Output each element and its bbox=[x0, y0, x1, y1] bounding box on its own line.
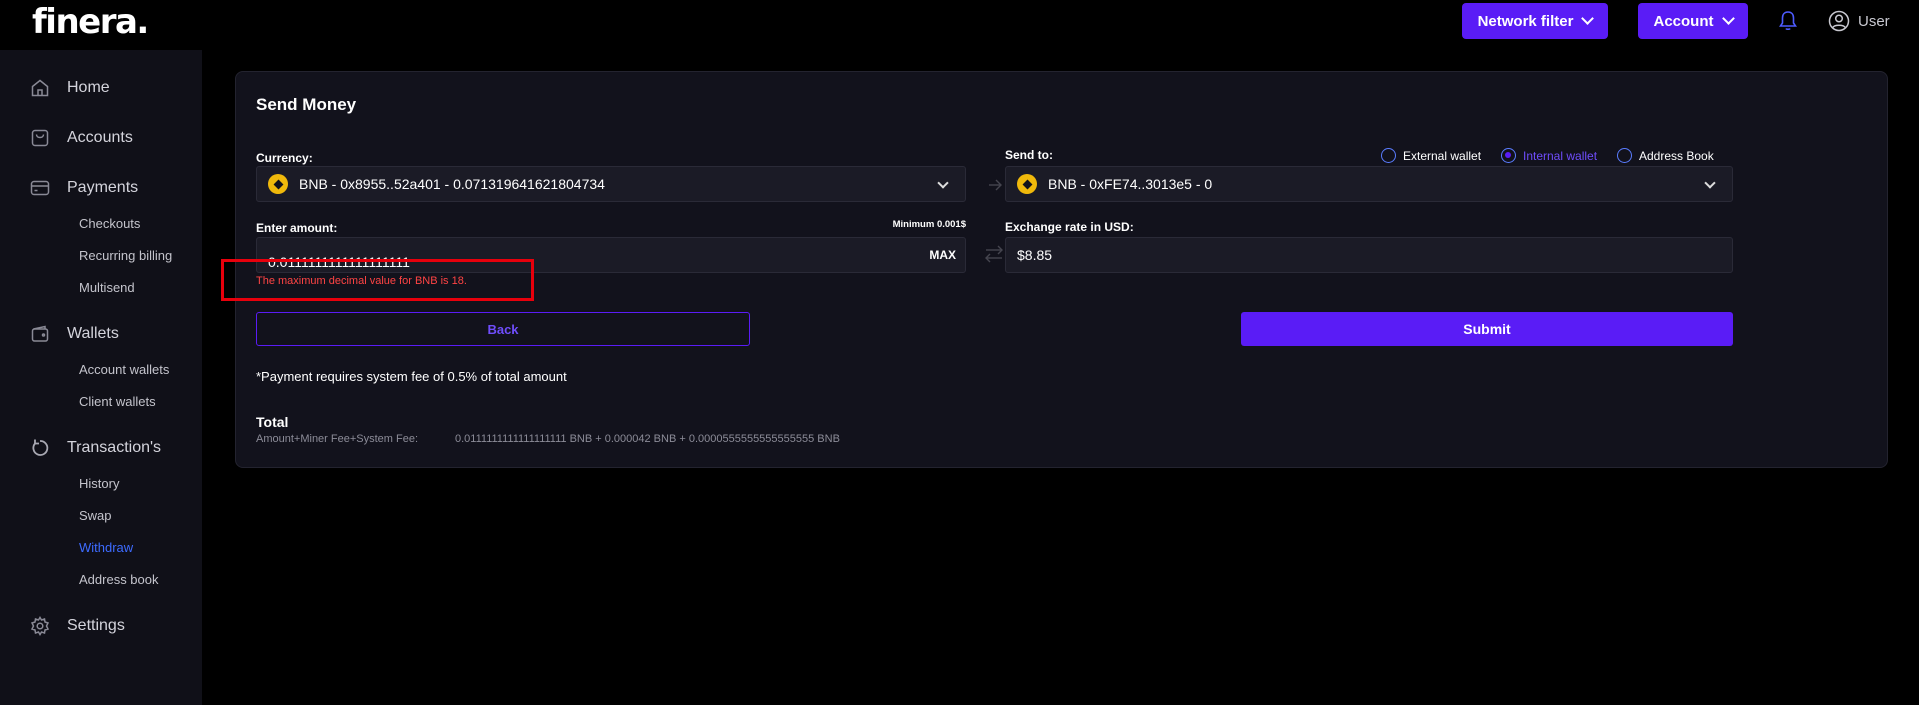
total-label: Amount+Miner Fee+System Fee: bbox=[256, 433, 419, 445]
sidebar-item-home[interactable]: Home bbox=[30, 78, 110, 98]
sidebar: Home Accounts Payments Checkouts Recurri… bbox=[0, 50, 202, 705]
sidebar-item-label: Home bbox=[67, 79, 110, 96]
currency-select[interactable]: BNB - 0x8955..52a401 - 0.071319641621804… bbox=[256, 166, 966, 202]
chevron-down-icon bbox=[1581, 12, 1595, 25]
top-bar: finera. Network filter Account User bbox=[0, 0, 1919, 50]
sidebar-item-checkouts[interactable]: Checkouts bbox=[79, 216, 140, 231]
user-label: User bbox=[1858, 12, 1890, 30]
chevron-down-icon bbox=[1704, 177, 1716, 189]
bnb-coin-icon bbox=[1017, 174, 1037, 194]
bnb-coin-icon bbox=[268, 174, 288, 194]
sidebar-item-accounts[interactable]: Accounts bbox=[30, 128, 133, 148]
radio-label: Address Book bbox=[1639, 148, 1714, 163]
radio-button[interactable] bbox=[1501, 148, 1516, 163]
error-highlight-box bbox=[221, 259, 534, 301]
sidebar-item-label: Transaction's bbox=[67, 439, 162, 456]
radio-label: External wallet bbox=[1403, 148, 1482, 163]
account-label: Account bbox=[1653, 12, 1714, 30]
total-title: Total bbox=[256, 414, 289, 430]
fee-note: *Payment requires system fee of 0.5% of … bbox=[256, 369, 567, 384]
sidebar-item-recurring-billing[interactable]: Recurring billing bbox=[79, 248, 172, 263]
sidebar-item-swap[interactable]: Swap bbox=[79, 508, 112, 523]
sidebar-item-label: Accounts bbox=[67, 129, 133, 146]
sidebar-item-settings[interactable]: Settings bbox=[30, 616, 125, 636]
network-filter-label: Network filter bbox=[1477, 12, 1574, 30]
shopping-bag-icon bbox=[31, 129, 49, 147]
sidebar-item-transactions[interactable]: Transaction's bbox=[30, 438, 161, 458]
network-filter-button[interactable]: Network filter bbox=[1462, 3, 1608, 39]
notifications-bell-icon[interactable] bbox=[1779, 10, 1797, 36]
sidebar-item-multisend[interactable]: Multisend bbox=[79, 280, 135, 295]
credit-card-icon bbox=[30, 180, 50, 196]
sidebar-item-history[interactable]: History bbox=[79, 476, 119, 491]
currency-select-value: BNB - 0x8955..52a401 - 0.071319641621804… bbox=[299, 176, 605, 192]
chevron-down-icon bbox=[937, 177, 949, 189]
radio-internal-wallet[interactable]: Internal wallet bbox=[1501, 148, 1597, 163]
sidebar-item-wallets[interactable]: Wallets bbox=[30, 324, 119, 344]
exchange-rate-label: Exchange rate in USD: bbox=[1005, 220, 1134, 234]
wallet-icon bbox=[31, 325, 49, 342]
total-value: 0.0111111111111111111 BNB + 0.000042 BNB… bbox=[455, 433, 840, 445]
account-button[interactable]: Account bbox=[1638, 3, 1748, 39]
sidebar-item-payments[interactable]: Payments bbox=[30, 178, 138, 198]
radio-label: Internal wallet bbox=[1523, 148, 1598, 163]
gear-icon bbox=[30, 616, 50, 636]
radio-button[interactable] bbox=[1381, 148, 1396, 163]
back-button[interactable]: Back bbox=[256, 312, 750, 346]
max-button[interactable]: MAX bbox=[929, 248, 956, 262]
sidebar-item-label: Settings bbox=[67, 617, 125, 634]
home-icon bbox=[31, 79, 49, 97]
history-refresh-icon bbox=[32, 439, 49, 456]
chevron-down-icon bbox=[1721, 12, 1735, 25]
send-to-label: Send to: bbox=[1005, 148, 1053, 162]
radio-button[interactable] bbox=[1617, 148, 1632, 163]
card-title: Send Money bbox=[256, 95, 357, 114]
exchange-rate-input[interactable]: $8.85 bbox=[1005, 237, 1733, 273]
send-to-select[interactable]: BNB - 0xFE74..3013e5 - 0 bbox=[1005, 166, 1733, 202]
currency-label: Currency: bbox=[256, 151, 313, 165]
sidebar-item-address-book[interactable]: Address book bbox=[79, 572, 159, 587]
sidebar-item-label: Wallets bbox=[67, 325, 119, 342]
submit-button[interactable]: Submit bbox=[1241, 312, 1733, 346]
send-to-select-value: BNB - 0xFE74..3013e5 - 0 bbox=[1048, 176, 1213, 192]
radio-address-book[interactable]: Address Book bbox=[1617, 148, 1714, 163]
minimum-note: Minimum 0.001$ bbox=[892, 219, 966, 230]
sidebar-item-account-wallets[interactable]: Account wallets bbox=[79, 362, 169, 377]
finera-logo[interactable]: finera. bbox=[32, 2, 149, 42]
amount-label: Enter amount: bbox=[256, 221, 338, 235]
sidebar-item-label: Payments bbox=[67, 179, 139, 196]
sidebar-item-client-wallets[interactable]: Client wallets bbox=[79, 394, 156, 409]
radio-external-wallet[interactable]: External wallet bbox=[1381, 148, 1481, 163]
user-menu[interactable]: User bbox=[1828, 10, 1890, 32]
user-avatar-icon bbox=[1828, 10, 1850, 32]
sidebar-item-withdraw[interactable]: Withdraw bbox=[79, 540, 133, 555]
exchange-rate-value: $8.85 bbox=[1017, 247, 1053, 263]
